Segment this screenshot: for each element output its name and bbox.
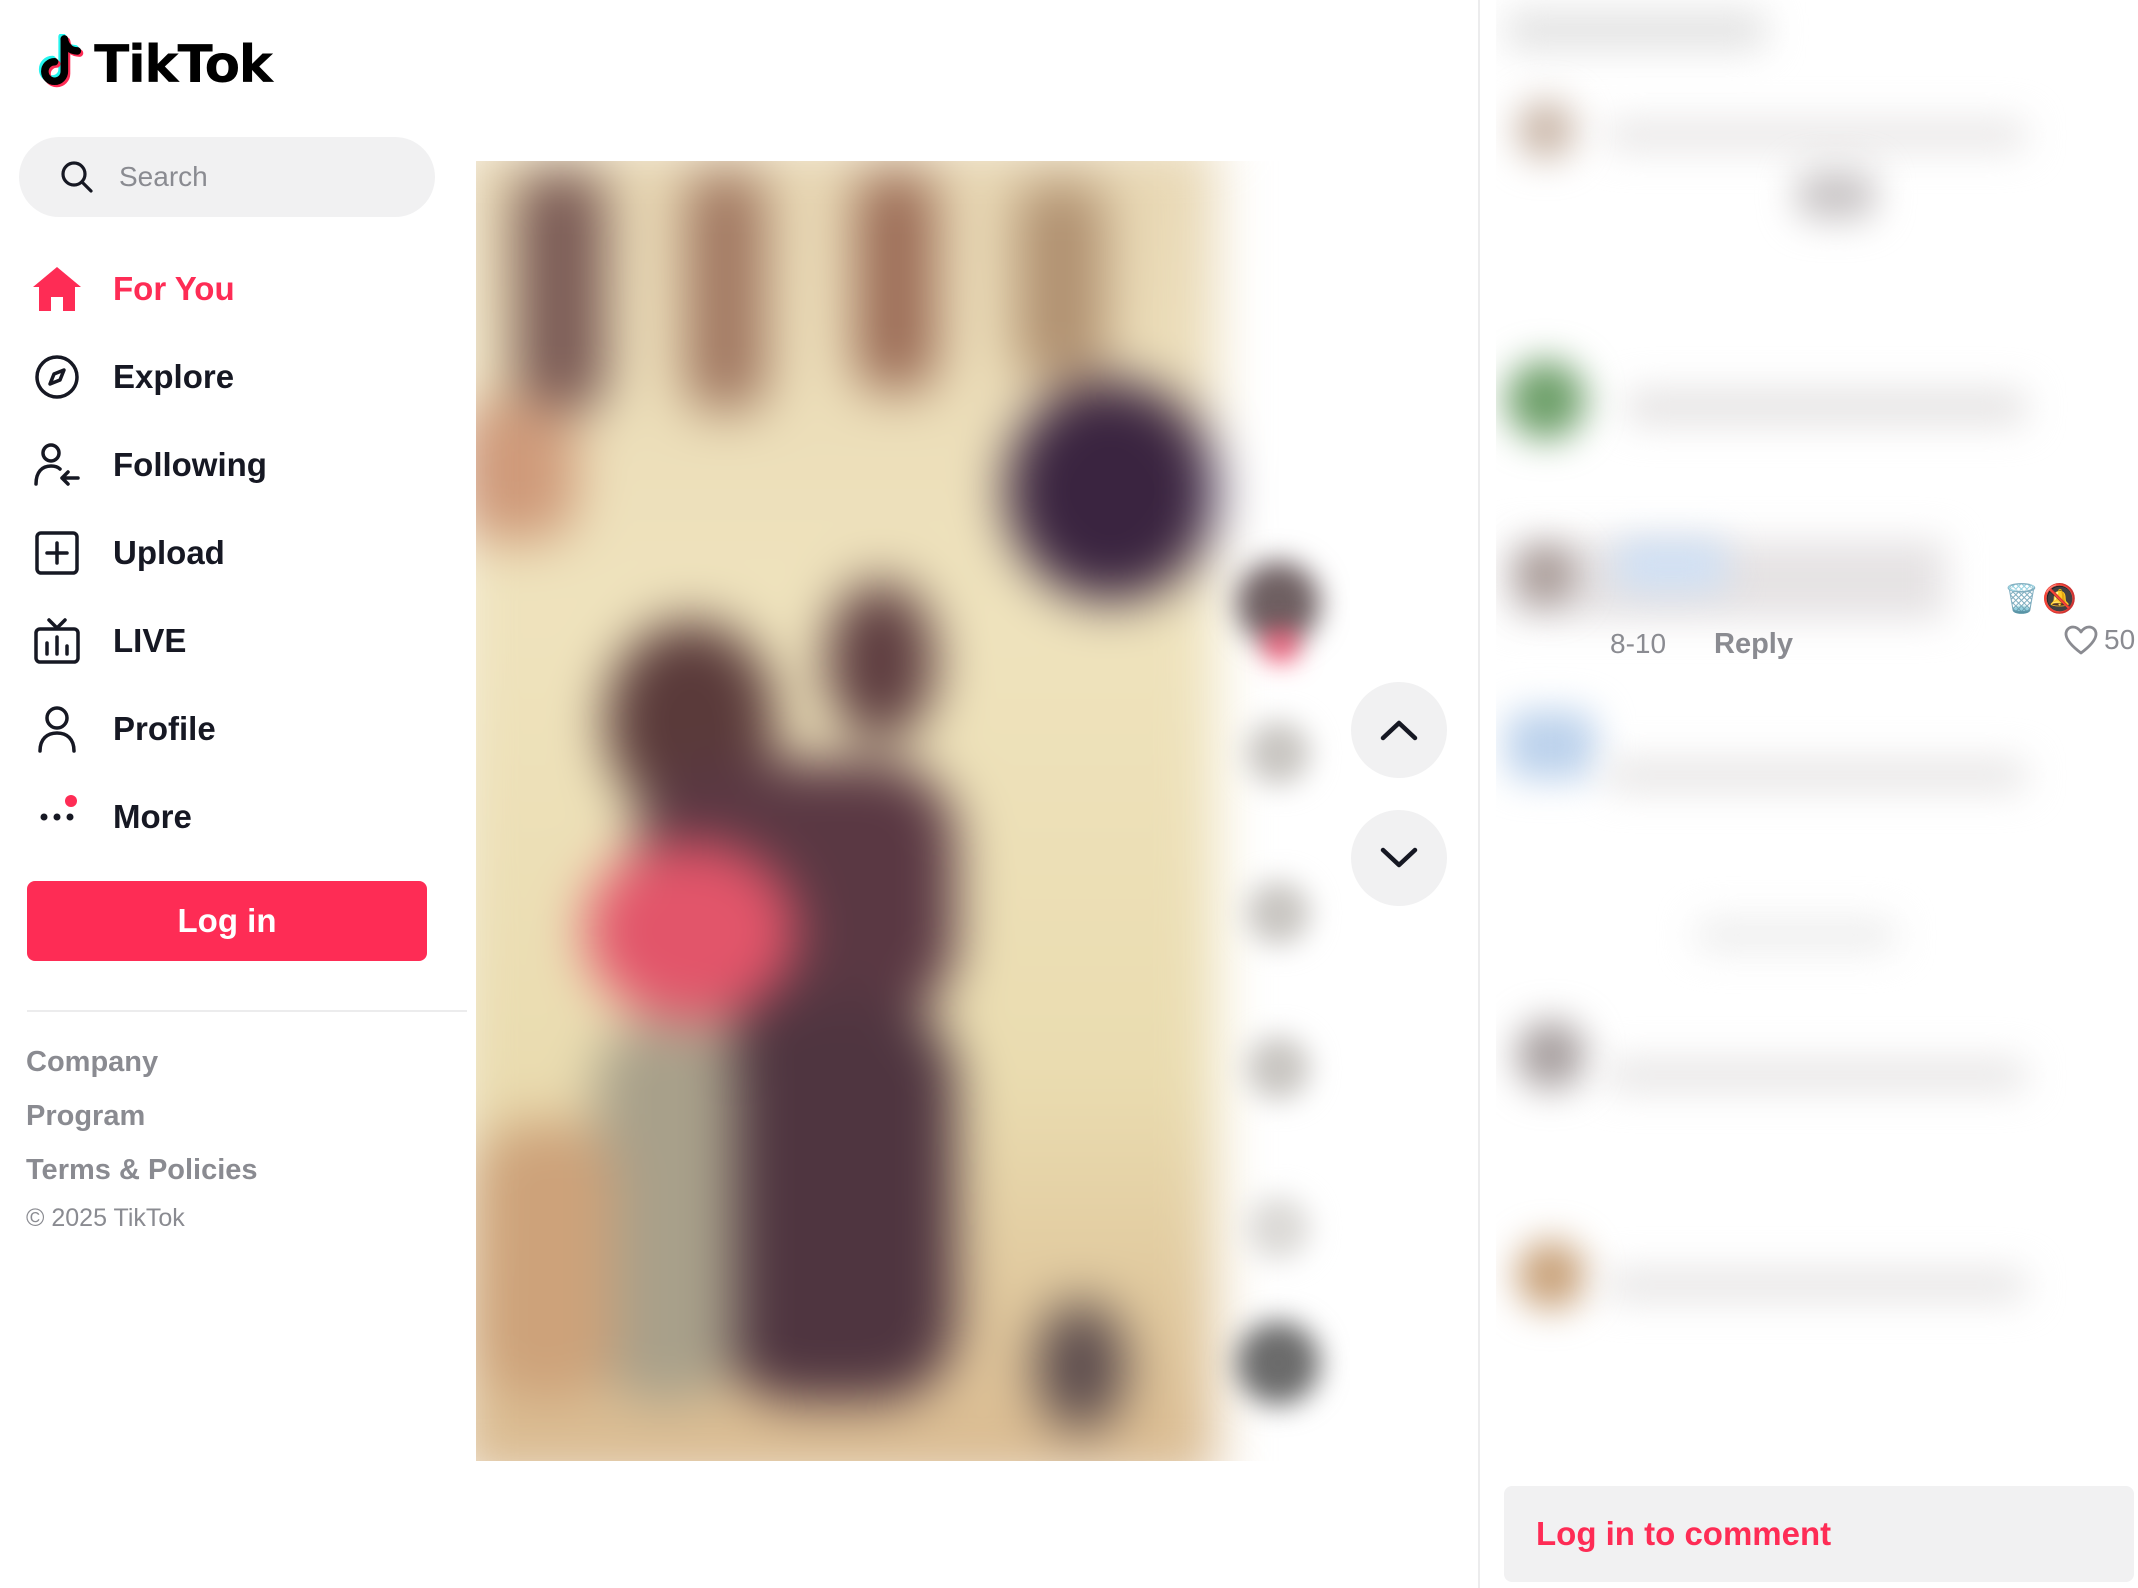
blurred-content: [1606, 1060, 2026, 1090]
commenter-avatar: [1506, 360, 1586, 440]
footer-link-company[interactable]: Company: [26, 1046, 158, 1079]
panel-divider: [1478, 0, 1480, 1588]
notification-dot: [65, 795, 77, 807]
nav-item-live[interactable]: LIVE: [31, 597, 267, 685]
previous-video-button[interactable]: [1351, 682, 1447, 778]
nav-label: Profile: [113, 710, 216, 747]
video-frame: [476, 161, 1350, 1461]
home-icon: [31, 263, 83, 315]
nav-label: More: [113, 798, 192, 835]
nav-label: Following: [113, 446, 267, 483]
footer-link-program[interactable]: Program: [26, 1100, 145, 1133]
blurred-content: [1616, 540, 1726, 590]
main-nav: For You Explore Following Upload LIVE Pr…: [31, 245, 267, 861]
nav-item-profile[interactable]: Profile: [31, 685, 267, 773]
footer-link-terms[interactable]: Terms & Policies: [26, 1154, 258, 1187]
nav-item-following[interactable]: Following: [31, 421, 267, 509]
login-button[interactable]: Log in: [27, 881, 427, 961]
nav-item-upload[interactable]: Upload: [31, 509, 267, 597]
blurred-content: [1606, 1270, 2026, 1300]
tiktok-logo[interactable]: TikTok: [34, 30, 273, 100]
blurred-content: [1506, 10, 1766, 50]
blurred-content: [1606, 760, 2026, 790]
comment-icon[interactable]: [1246, 881, 1310, 945]
blurred-content: [1796, 170, 1876, 220]
bookmark-icon[interactable]: [1246, 1036, 1310, 1100]
video-player[interactable]: [476, 161, 1350, 1461]
login-to-comment-label: Log in to comment: [1536, 1515, 1832, 1552]
commenter-avatar: [1516, 100, 1576, 160]
brand-name: TikTok: [94, 35, 273, 95]
like-count: 50: [2104, 624, 2136, 655]
nav-label: Upload: [113, 534, 225, 571]
next-video-button[interactable]: [1351, 810, 1447, 906]
nav-label: Explore: [113, 358, 235, 395]
commenter-avatar: [1516, 545, 1576, 605]
like-icon[interactable]: [1246, 721, 1310, 785]
comment-emoji: 🗑️: [2004, 583, 2039, 614]
sidebar: TikTok For You Explore Following: [0, 0, 470, 1588]
share-icon[interactable]: [1246, 1196, 1310, 1260]
upload-icon: [31, 527, 83, 579]
follow-plus-icon[interactable]: [1266, 631, 1296, 661]
following-icon: [31, 439, 83, 491]
comments-panel: 🗑️ 🔕 8-10 Reply 50: [1496, 0, 2138, 1588]
nav-item-more[interactable]: More: [31, 773, 267, 861]
comment-meta: 8-10 Reply 50: [1496, 622, 2138, 668]
chevron-down-icon: [1380, 847, 1418, 868]
reply-button[interactable]: Reply: [1714, 628, 1793, 661]
compass-icon: [31, 351, 83, 403]
tiktok-logo-icon: [38, 34, 84, 88]
more-dots-icon: [31, 791, 83, 843]
copyright: © 2025 TikTok: [26, 1204, 185, 1232]
blurred-content: [1606, 120, 2026, 150]
comment-date: 8-10: [1610, 628, 1667, 659]
heart-icon: [2064, 625, 2098, 655]
nav-label: LIVE: [113, 622, 187, 659]
sidebar-divider: [27, 1010, 467, 1012]
nav-label: For You: [113, 270, 235, 307]
comment-like-button[interactable]: 50: [2064, 624, 2135, 656]
search-icon[interactable]: [59, 159, 95, 195]
commenter-avatar: [1506, 710, 1596, 780]
login-to-comment-bar[interactable]: Log in to comment: [1504, 1486, 2134, 1582]
blurred-content: [1696, 920, 1896, 950]
commenter-avatar: [1516, 1240, 1586, 1310]
commenter-avatar: [1516, 1020, 1586, 1090]
chevron-up-icon: [1380, 720, 1418, 741]
nav-item-for-you[interactable]: For You: [31, 245, 267, 333]
nav-item-explore[interactable]: Explore: [31, 333, 267, 421]
live-tv-icon: [31, 615, 83, 667]
profile-icon: [31, 703, 83, 755]
music-disc-icon[interactable]: [1236, 1321, 1320, 1405]
blurred-content: [1626, 390, 2026, 424]
search-bar[interactable]: [19, 137, 435, 217]
comment-emoji: 🔕: [2042, 583, 2077, 614]
search-input[interactable]: [119, 161, 419, 193]
